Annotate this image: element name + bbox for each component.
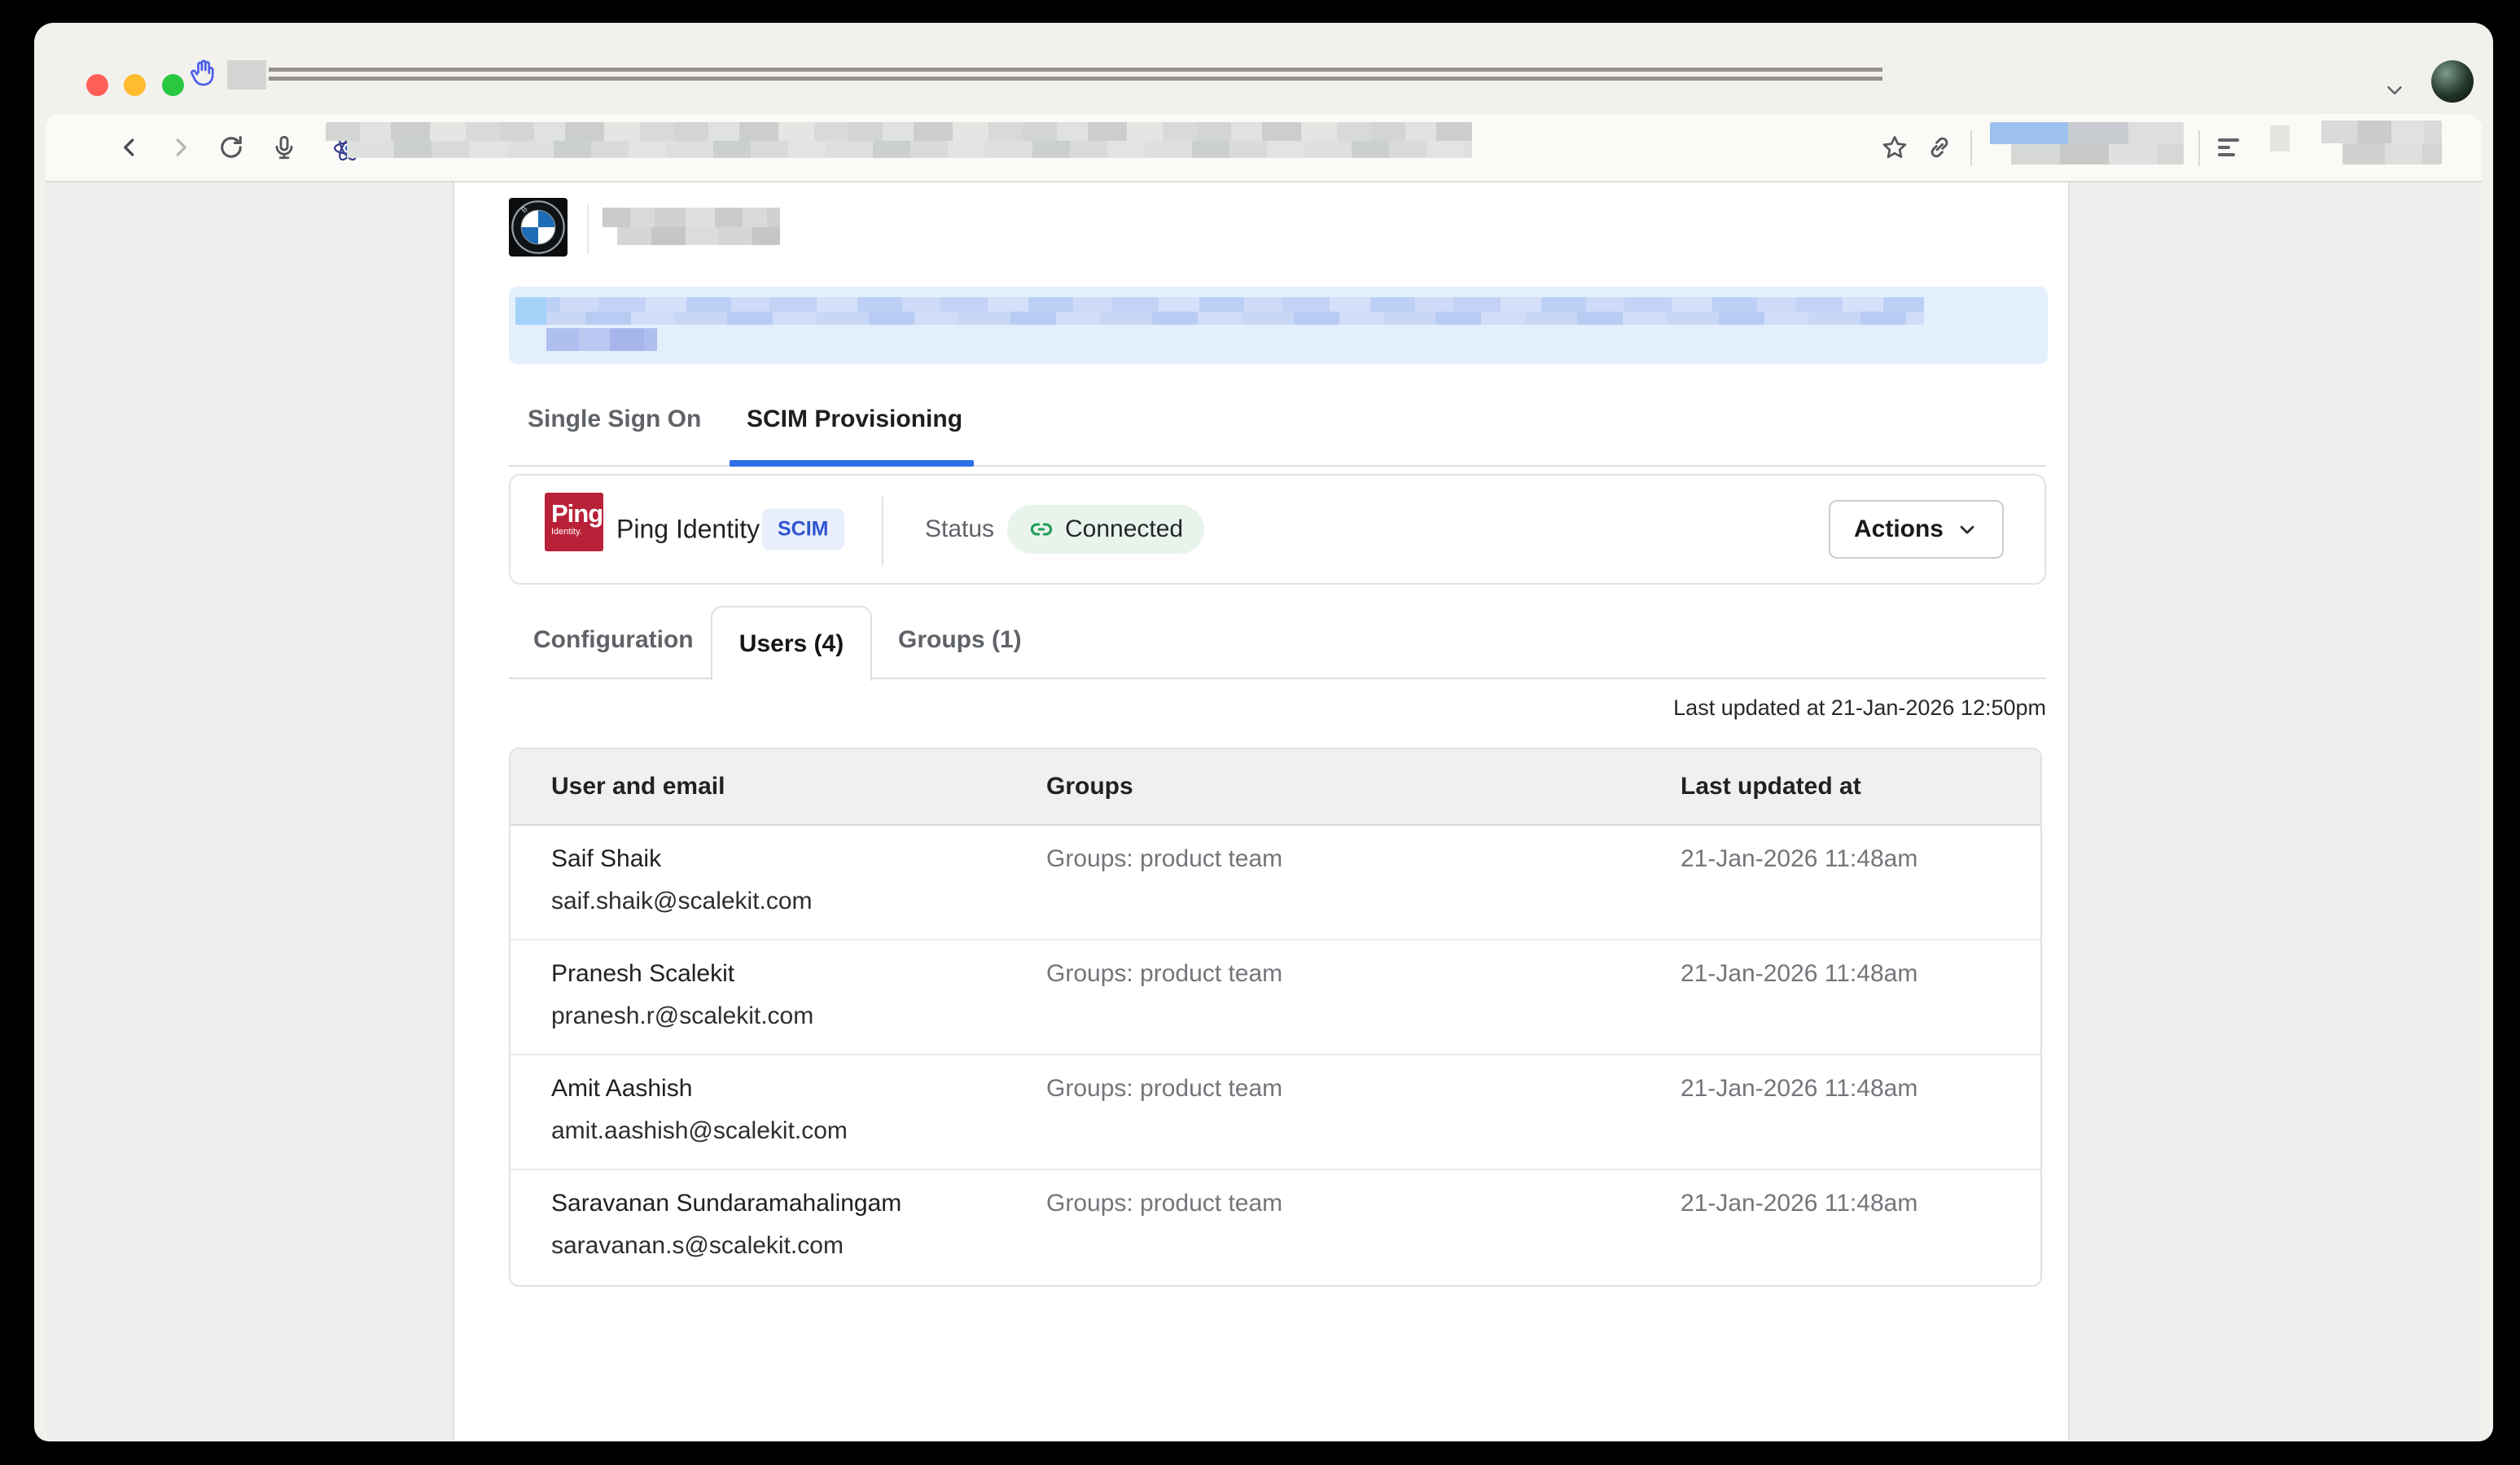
page-right-margin (2068, 182, 2482, 1440)
user-name: Pranesh Scalekit (551, 960, 734, 988)
profile-avatar[interactable] (2431, 60, 2474, 103)
browser-toolbar (46, 114, 2482, 182)
user-groups: Groups: product team (1046, 845, 1282, 873)
users-table: User and email Groups Last updated at Sa… (509, 748, 2042, 1287)
redacted-banner-link[interactable] (546, 328, 657, 351)
redacted-profile-pill (1990, 122, 2184, 164)
browser-titlebar (34, 23, 2493, 114)
redacted-toolbar-item (2270, 125, 2290, 151)
redacted-tabstrip (269, 68, 1882, 72)
admin-portal-page: B Single Sign On SCIM Provisioning (454, 182, 2068, 1440)
redacted-toolbar-item (2321, 121, 2442, 164)
user-updated-at: 21-Jan-2026 11:48am (1681, 960, 1917, 988)
close-window-button[interactable] (86, 74, 108, 96)
browser-window: B Single Sign On SCIM Provisioning (34, 23, 2493, 1441)
table-row: Saif Shaik saif.shaik@scalekit.com Group… (511, 826, 2040, 941)
table-row: Saravanan Sundaramahalingam saravanan.s@… (511, 1170, 2040, 1285)
forward-button[interactable] (166, 133, 195, 162)
back-button[interactable] (115, 133, 144, 162)
tab-users[interactable]: Users (4) (711, 606, 872, 681)
redacted-tabstrip (269, 77, 1882, 81)
table-row: Amit Aashish amit.aashish@scalekit.com G… (511, 1055, 2040, 1170)
user-email: saif.shaik@scalekit.com (551, 888, 813, 915)
column-user-and-email: User and email (551, 773, 725, 800)
redacted-org-name (603, 208, 780, 245)
table-header: User and email Groups Last updated at (511, 749, 2040, 826)
hand-wave-icon (187, 57, 218, 88)
user-email: amit.aashish@scalekit.com (551, 1117, 848, 1145)
tab-search-chevron-icon[interactable] (2382, 78, 2407, 103)
user-updated-at: 21-Jan-2026 11:48am (1681, 845, 1917, 873)
toolbar-divider (1970, 130, 1972, 166)
viewport: B Single Sign On SCIM Provisioning (46, 182, 2482, 1440)
user-updated-at: 21-Jan-2026 11:48am (1681, 1075, 1917, 1103)
bookmark-star-icon[interactable] (1880, 133, 1909, 162)
ping-identity-logo: Ping Identity. (545, 493, 603, 551)
column-last-updated-at: Last updated at (1681, 773, 1861, 800)
user-groups: Groups: product team (1046, 1075, 1282, 1103)
table-row: Pranesh Scalekit pranesh.r@scalekit.com … (511, 941, 2040, 1055)
header-divider (587, 204, 589, 254)
tab-configuration[interactable]: Configuration (533, 625, 694, 655)
minimize-window-button[interactable] (124, 74, 146, 96)
info-banner (509, 287, 2048, 364)
tab-scim-provisioning[interactable]: SCIM Provisioning (747, 403, 962, 436)
link-connected-icon (1028, 516, 1054, 542)
provider-name: Ping Identity (616, 515, 760, 545)
user-groups: Groups: product team (1046, 1190, 1282, 1217)
redacted-banner-text (515, 297, 1924, 325)
last-updated-text: Last updated at 21-Jan-2026 12:50pm (1673, 695, 2046, 721)
status-value: Connected (1065, 515, 1183, 543)
user-email: pranesh.r@scalekit.com (551, 1002, 813, 1030)
bmw-logo: B (509, 198, 568, 257)
user-name: Saif Shaik (551, 845, 661, 873)
column-groups: Groups (1046, 773, 1133, 800)
chevron-down-icon (1956, 518, 1979, 541)
user-updated-at: 21-Jan-2026 11:48am (1681, 1190, 1917, 1217)
tab-single-sign-on[interactable]: Single Sign On (528, 403, 701, 436)
status-badge: Connected (1007, 505, 1204, 554)
protocol-badge: SCIM (762, 509, 844, 550)
toolbar-divider (2198, 130, 2200, 166)
provider-card: Ping Identity. Ping Identity SCIM Status (509, 474, 2046, 585)
user-name: Amit Aashish (551, 1075, 692, 1103)
status-label: Status (925, 515, 994, 543)
page-left-margin (46, 182, 454, 1440)
card-divider (882, 497, 883, 565)
user-email: saravanan.s@scalekit.com (551, 1232, 844, 1260)
voice-search-icon[interactable] (270, 133, 299, 162)
zoom-window-button[interactable] (162, 74, 184, 96)
actions-button[interactable]: Actions (1829, 500, 2004, 559)
reload-button[interactable] (217, 133, 246, 162)
user-name: Saravanan Sundaramahalingam (551, 1190, 901, 1217)
user-groups: Groups: product team (1046, 960, 1282, 988)
copy-link-icon[interactable] (1925, 133, 1954, 162)
redacted-url-text[interactable] (326, 122, 1472, 158)
sort-menu-icon[interactable] (2218, 138, 2241, 156)
redacted-tab-title (227, 60, 266, 90)
browser-body: B Single Sign On SCIM Provisioning (46, 114, 2482, 1441)
active-tab-underline (730, 460, 974, 467)
tab-groups[interactable]: Groups (1) (898, 625, 1022, 655)
